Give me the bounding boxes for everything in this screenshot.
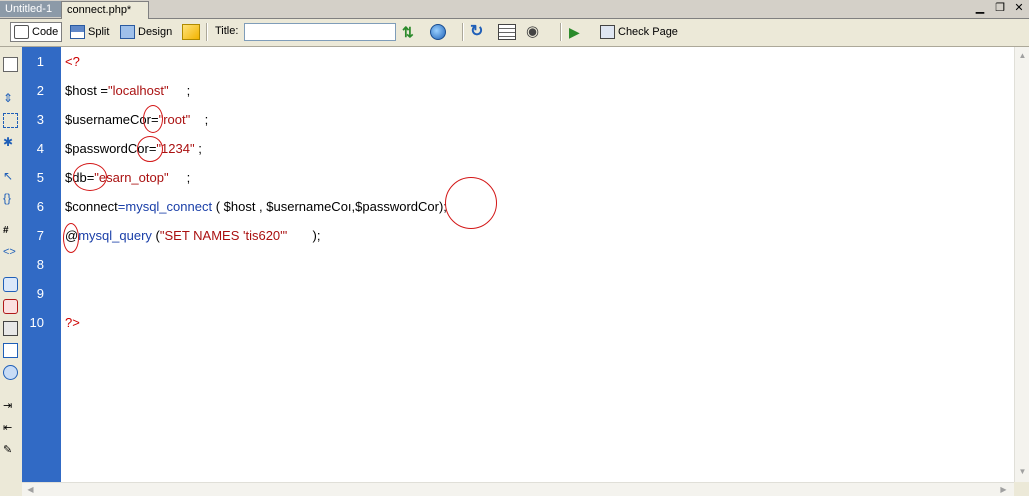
format-source-code-icon[interactable]: ✎ [3,443,18,458]
refresh-icon[interactable]: ↻ [470,24,488,40]
outdent-code-icon[interactable]: ⇤ [3,421,18,436]
code-view-button[interactable]: Code [10,22,63,42]
code-string: "root" [158,112,191,127]
code-variable: $connect [65,199,118,214]
tab-untitled-1[interactable]: Untitled-1 [0,1,63,17]
line-number: 9 [36,286,44,301]
select-parent-tag-icon[interactable]: ↖ [3,169,18,184]
code-view-icon [14,25,29,39]
check-page-icon [600,25,615,39]
code-arguments: ( $host , $usernameCoı,$passwordCor); [212,199,447,214]
annotation-circle [63,223,79,253]
toolbar-divider [206,23,208,41]
line-number: 1 [36,54,44,69]
split-view-label: Split [88,26,110,38]
visual-aids-icon[interactable]: ◉ [526,24,544,40]
code-operator: = [96,83,109,98]
code-terminator: ; [168,83,191,98]
apply-comment-icon[interactable] [3,277,18,292]
php-close-tag: ?> [65,315,80,330]
toolbar-divider [560,23,562,41]
remove-comment-icon[interactable] [3,299,18,314]
code-line-7: @mysql_query ("SET NAMES 'tis620'" ); [65,221,320,250]
wrap-tag-icon[interactable] [3,321,18,336]
close-icon[interactable]: ✕ [1012,1,1026,15]
code-line-3: $usernameCor="root" ; [65,105,208,134]
scrollbar-corner [1014,482,1029,496]
collapse-selection-icon[interactable] [3,113,18,128]
recent-snippets-icon[interactable] [3,343,18,358]
check-page-button[interactable]: Check Page [596,22,682,42]
code-editor[interactable]: <? $host ="localhost" ; $usernameCor="ro… [61,47,1014,482]
move-css-icon[interactable] [3,365,18,380]
line-number: 6 [36,199,44,214]
title-label: Title: [215,25,239,37]
annotation-circle [73,163,107,191]
code-variable: $host [65,83,97,98]
line-number: 10 [29,315,44,330]
file-management-icon[interactable]: ⇅ [402,24,420,40]
annotation-circle [445,177,497,229]
code-line-6: $connect=mysql_connect ( $host , $userna… [65,192,447,221]
code-line-10: ?> [65,308,80,337]
design-view-icon [120,25,135,39]
line-number: 7 [36,228,44,243]
code-line-1: <? [65,47,80,76]
design-view-button[interactable]: Design [116,22,176,42]
check-page-label: Check Page [618,26,678,38]
line-number: 2 [36,83,44,98]
line-number: 3 [36,112,44,127]
code-paren: ( [151,228,160,243]
split-view-icon [70,25,85,39]
code-terminator: ; [168,170,191,185]
document-tab-bar: Untitled-1 connect.php* ▁ ❐ ✕ [0,0,1029,19]
code-string: "SET NAMES 'tis620'" [159,228,288,243]
indent-code-icon[interactable]: ⇥ [3,399,18,414]
collapse-full-tag-icon[interactable]: ⇕ [3,91,18,106]
code-function: mysql_query [78,228,152,243]
balance-braces-icon[interactable]: {} [3,191,18,206]
design-view-label: Design [138,26,173,38]
line-number-gutter: 1 2 3 4 5 6 7 8 9 10 [22,47,61,482]
line-numbers-icon[interactable]: # [3,223,18,238]
vertical-scrollbar[interactable]: ▲ ▼ [1014,47,1029,482]
line-number: 8 [36,257,44,272]
line-number: 5 [36,170,44,185]
code-variable: $usernameCor [65,112,151,127]
toolbar-divider [462,23,464,41]
highlight-invalid-code-icon[interactable]: <> [3,245,18,260]
scroll-up-icon[interactable]: ▲ [1016,49,1029,62]
php-open-tag: <? [65,54,80,69]
view-options-icon[interactable] [498,24,516,40]
minimize-icon[interactable]: ▁ [973,1,987,15]
code-string: "localhost" [108,83,169,98]
code-terminator: ); [287,228,321,243]
code-terminator: ; [190,112,209,127]
scroll-down-icon[interactable]: ▼ [1016,465,1029,478]
restore-icon[interactable]: ❐ [993,1,1007,15]
code-function: mysql_connect [125,199,213,214]
open-documents-icon[interactable] [3,57,18,72]
code-terminator: ; [194,141,202,156]
split-view-button[interactable]: Split [66,22,113,42]
expand-all-icon[interactable]: ✱ [3,135,18,150]
coding-toolbar: ⇕ ✱ ↖ {} # <> ⇥ ⇤ ✎ [0,47,23,496]
tab-connect-php[interactable]: connect.php* [61,1,149,19]
validate-markup-icon[interactable]: ▶ [569,24,587,40]
line-number: 4 [36,141,44,156]
code-view-label: Code [32,26,59,38]
page-title-input[interactable] [244,23,396,41]
annotation-circle [137,136,163,162]
live-data-icon[interactable] [182,24,200,40]
code-line-4: $passwordCor="1234" ; [65,134,202,163]
annotation-circle [143,105,163,133]
scroll-right-icon[interactable]: ▶ [997,483,1010,496]
scroll-left-icon[interactable]: ◀ [24,483,37,496]
horizontal-scrollbar[interactable]: ◀ ▶ [22,482,1014,496]
document-toolbar: Code Split Design Title: ⇅ ↻ ◉ ▶ Check P… [0,19,1029,47]
code-line-2: $host ="localhost" ; [65,76,190,105]
preview-in-browser-icon[interactable] [430,24,446,40]
